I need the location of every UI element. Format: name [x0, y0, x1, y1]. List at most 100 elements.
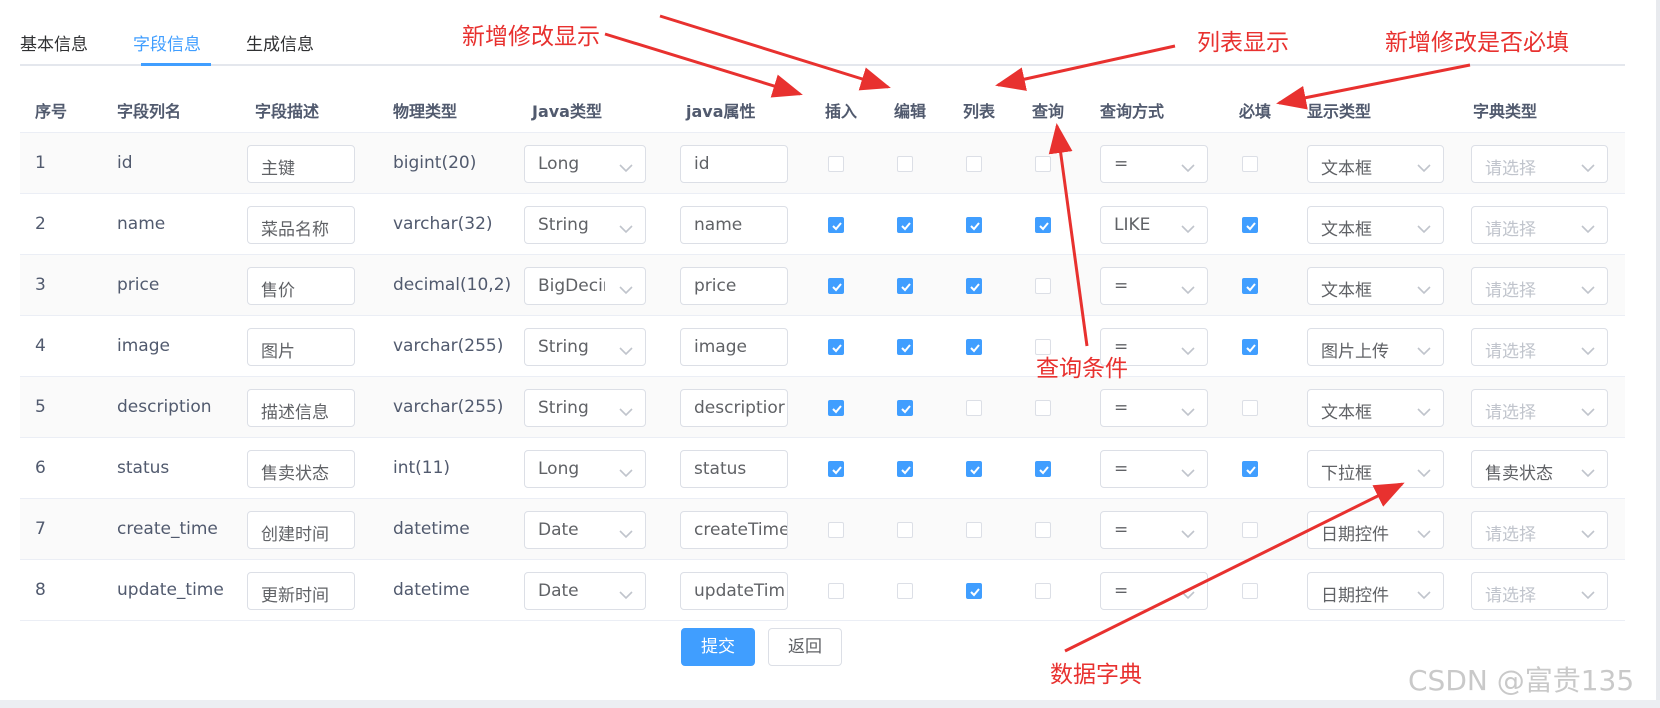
query-checkbox[interactable] [1035, 522, 1051, 538]
required-checkbox[interactable] [1242, 156, 1258, 172]
physical-type: varchar(32) [393, 214, 493, 234]
query-type-select[interactable]: = [1100, 511, 1208, 549]
query-type-select[interactable]: = [1100, 267, 1208, 305]
edit-checkbox[interactable] [897, 522, 913, 538]
query-type-select[interactable]: = [1100, 145, 1208, 183]
java-type-select[interactable]: Date [524, 511, 646, 549]
tab-basic-info[interactable]: 基本信息 [20, 30, 88, 55]
query-checkbox[interactable] [1035, 217, 1051, 233]
html-type-select-value: 文本框 [1321, 220, 1372, 240]
html-type-select[interactable]: 文本框 [1307, 389, 1444, 427]
java-field-input[interactable]: status [680, 450, 788, 488]
column-comment-input[interactable]: 描述信息 [247, 389, 355, 427]
dict-type-select[interactable]: 请选择 [1471, 328, 1608, 366]
chevron-down-icon [1417, 219, 1431, 234]
required-checkbox[interactable] [1242, 278, 1258, 294]
edit-checkbox[interactable] [897, 461, 913, 477]
column-comment-input[interactable]: 售价 [247, 267, 355, 305]
column-comment-input[interactable]: 图片 [247, 328, 355, 366]
query-checkbox[interactable] [1035, 156, 1051, 172]
query-type-select[interactable]: = [1100, 572, 1208, 610]
java-field-input[interactable]: price [680, 267, 788, 305]
html-type-select[interactable]: 日期控件 [1307, 511, 1444, 549]
submit-button[interactable]: 提交 [681, 628, 755, 666]
query-type-select[interactable]: = [1100, 450, 1208, 488]
column-comment-input[interactable]: 菜品名称 [247, 206, 355, 244]
dict-type-select[interactable]: 请选择 [1471, 206, 1608, 244]
edit-checkbox[interactable] [897, 583, 913, 599]
java-type-select[interactable]: String [524, 328, 646, 366]
list-checkbox[interactable] [966, 461, 982, 477]
html-type-select[interactable]: 图片上传 [1307, 328, 1444, 366]
java-field-input[interactable]: id [680, 145, 788, 183]
java-type-select[interactable]: Date [524, 572, 646, 610]
row-index: 1 [35, 153, 46, 173]
row-index: 5 [35, 397, 46, 417]
column-header: 字段描述 [255, 102, 320, 121]
dict-type-select[interactable]: 请选择 [1471, 267, 1608, 305]
required-checkbox[interactable] [1242, 583, 1258, 599]
html-type-select[interactable]: 文本框 [1307, 145, 1444, 183]
html-type-select[interactable]: 下拉框 [1307, 450, 1444, 488]
edit-checkbox[interactable] [897, 217, 913, 233]
list-checkbox[interactable] [966, 217, 982, 233]
html-type-select[interactable]: 文本框 [1307, 206, 1444, 244]
list-checkbox[interactable] [966, 400, 982, 416]
query-type-select[interactable]: LIKE [1100, 206, 1208, 244]
edit-checkbox[interactable] [897, 400, 913, 416]
column-header: 物理类型 [393, 102, 458, 121]
back-button[interactable]: 返回 [768, 628, 842, 666]
query-type-select-value: = [1114, 398, 1129, 418]
insert-checkbox[interactable] [828, 400, 844, 416]
tab-field-info[interactable]: 字段信息 [133, 30, 201, 55]
insert-checkbox[interactable] [828, 461, 844, 477]
tab-generate-info[interactable]: 生成信息 [246, 30, 314, 55]
list-checkbox[interactable] [966, 278, 982, 294]
dict-type-select[interactable]: 售卖状态 [1471, 450, 1608, 488]
list-checkbox[interactable] [966, 583, 982, 599]
java-type-select[interactable]: Long [524, 450, 646, 488]
query-type-select[interactable]: = [1100, 389, 1208, 427]
list-checkbox[interactable] [966, 339, 982, 355]
edit-checkbox[interactable] [897, 339, 913, 355]
insert-checkbox[interactable] [828, 339, 844, 355]
insert-checkbox[interactable] [828, 156, 844, 172]
java-field-input[interactable]: image [680, 328, 788, 366]
edit-checkbox[interactable] [897, 156, 913, 172]
column-comment-input[interactable]: 售卖状态 [247, 450, 355, 488]
query-checkbox[interactable] [1035, 583, 1051, 599]
required-checkbox[interactable] [1242, 217, 1258, 233]
html-type-select[interactable]: 日期控件 [1307, 572, 1444, 610]
insert-checkbox[interactable] [828, 522, 844, 538]
column-comment-input[interactable]: 更新时间 [247, 572, 355, 610]
query-checkbox[interactable] [1035, 400, 1051, 416]
dict-type-select[interactable]: 请选择 [1471, 572, 1608, 610]
html-type-select[interactable]: 文本框 [1307, 267, 1444, 305]
column-comment-input[interactable]: 主键 [247, 145, 355, 183]
java-field-input[interactable]: name [680, 206, 788, 244]
column-comment-input[interactable]: 创建时间 [247, 511, 355, 549]
insert-checkbox[interactable] [828, 583, 844, 599]
java-type-select[interactable]: BigDecin [524, 267, 646, 305]
insert-checkbox[interactable] [828, 217, 844, 233]
query-checkbox[interactable] [1035, 461, 1051, 477]
required-checkbox[interactable] [1242, 461, 1258, 477]
dict-type-select[interactable]: 请选择 [1471, 389, 1608, 427]
java-type-select[interactable]: Long [524, 145, 646, 183]
edit-checkbox[interactable] [897, 278, 913, 294]
required-checkbox[interactable] [1242, 522, 1258, 538]
required-checkbox[interactable] [1242, 400, 1258, 416]
dict-type-select[interactable]: 请选择 [1471, 145, 1608, 183]
query-checkbox[interactable] [1035, 278, 1051, 294]
java-type-select[interactable]: String [524, 389, 646, 427]
list-checkbox[interactable] [966, 522, 982, 538]
dict-type-select[interactable]: 请选择 [1471, 511, 1608, 549]
java-field-input[interactable]: descriptior [680, 389, 788, 427]
required-checkbox[interactable] [1242, 339, 1258, 355]
insert-checkbox[interactable] [828, 278, 844, 294]
list-checkbox[interactable] [966, 156, 982, 172]
java-field-input[interactable]: createTime [680, 511, 788, 549]
row-index: 7 [35, 519, 46, 539]
java-field-input[interactable]: updateTim [680, 572, 788, 610]
java-type-select[interactable]: String [524, 206, 646, 244]
